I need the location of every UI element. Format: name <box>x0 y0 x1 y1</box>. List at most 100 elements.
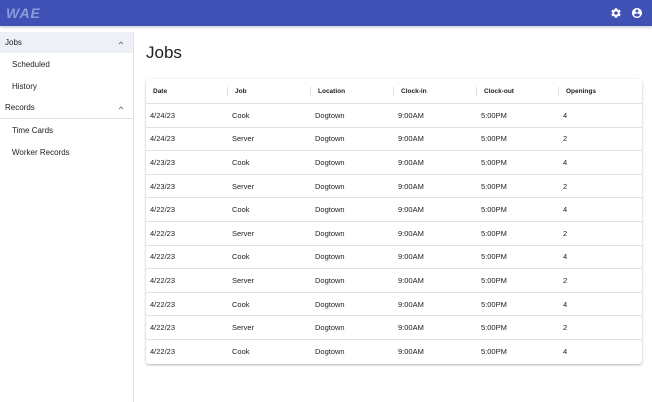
cell-clock-in: 9:00AM <box>398 299 424 309</box>
table-row[interactable]: 4/22/23 Cook Dogtown 9:00AM 5:00PM 4 <box>146 340 642 364</box>
cell-clock-in: 9:00AM <box>398 347 424 357</box>
cell-openings: 2 <box>563 275 568 285</box>
sidebar-item-scheduled[interactable]: Scheduled <box>0 53 133 75</box>
cell-job: Cook <box>232 252 250 262</box>
cell-clock-out: 5:00PM <box>481 134 507 144</box>
sidebar-item-worker-records[interactable]: Worker Records <box>0 141 133 163</box>
cell-date: 4/22/23 <box>150 299 176 309</box>
sidebar-group-jobs[interactable]: Jobs <box>0 32 133 53</box>
cell-location: Dogtown <box>315 275 345 285</box>
cell-openings: 4 <box>563 157 568 167</box>
cell-openings: 4 <box>563 347 568 357</box>
cell-openings: 2 <box>563 181 568 191</box>
sidebar-item-time-cards[interactable]: Time Cards <box>0 119 133 141</box>
sidebar-item-label: Worker Records <box>12 147 70 157</box>
cell-job: Server <box>232 181 255 191</box>
table-row[interactable]: 4/22/23 Cook Dogtown 9:00AM 5:00PM 4 <box>146 246 642 270</box>
table-row[interactable]: 4/22/23 Cook Dogtown 9:00AM 5:00PM 4 <box>146 293 642 317</box>
table-row[interactable]: 4/22/23 Server Dogtown 9:00AM 5:00PM 2 <box>146 316 642 340</box>
sidebar-group-records[interactable]: Records <box>0 97 133 118</box>
cell-clock-out: 5:00PM <box>481 323 507 333</box>
cell-clock-in: 9:00AM <box>398 157 424 167</box>
cell-date: 4/22/23 <box>150 228 176 238</box>
cell-date: 4/22/23 <box>150 205 176 215</box>
cell-clock-out: 5:00PM <box>481 347 507 357</box>
cell-openings: 4 <box>563 205 568 215</box>
table-row[interactable]: 4/23/23 Server Dogtown 9:00AM 5:00PM 2 <box>146 175 642 199</box>
page-title: Jobs <box>146 43 182 62</box>
table-row[interactable]: 4/22/23 Cook Dogtown 9:00AM 5:00PM 4 <box>146 198 642 222</box>
cell-job: Server <box>232 323 255 333</box>
cell-job: Cook <box>232 110 250 120</box>
cell-location: Dogtown <box>315 347 345 357</box>
cell-date: 4/22/23 <box>150 252 176 262</box>
sidebar-item-label: History <box>12 81 37 91</box>
cell-location: Dogtown <box>315 181 345 191</box>
cell-clock-out: 5:00PM <box>481 181 507 191</box>
cell-date: 4/23/23 <box>150 157 176 167</box>
cell-job: Cook <box>232 205 250 215</box>
cell-clock-in: 9:00AM <box>398 110 424 120</box>
sidebar-group-label: Jobs <box>5 38 22 47</box>
cell-clock-in: 9:00AM <box>398 181 424 191</box>
cell-openings: 2 <box>563 323 568 333</box>
cell-location: Dogtown <box>315 252 345 262</box>
cell-clock-in: 9:00AM <box>398 134 424 144</box>
jobs-table: Date Job Location Clock-in Clock-out Ope… <box>146 79 642 364</box>
column-header-location[interactable]: Location <box>311 79 394 103</box>
cell-openings: 2 <box>563 134 568 144</box>
cell-clock-out: 5:00PM <box>481 157 507 167</box>
chevron-up-icon[interactable] <box>117 104 125 112</box>
cell-clock-out: 5:00PM <box>481 299 507 309</box>
cell-clock-in: 9:00AM <box>398 323 424 333</box>
table-row[interactable]: 4/22/23 Server Dogtown 9:00AM 5:00PM 2 <box>146 222 642 246</box>
cell-job: Server <box>232 275 255 285</box>
cell-openings: 2 <box>563 228 568 238</box>
account-circle-icon[interactable] <box>631 7 643 19</box>
cell-clock-in: 9:00AM <box>398 252 424 262</box>
gear-icon[interactable] <box>610 7 622 19</box>
cell-clock-out: 5:00PM <box>481 275 507 285</box>
column-header-clock-out[interactable]: Clock-out <box>477 79 559 103</box>
cell-openings: 4 <box>563 299 568 309</box>
column-header-job[interactable]: Job <box>228 79 311 103</box>
app-bar-actions <box>610 7 643 19</box>
cell-clock-in: 9:00AM <box>398 275 424 285</box>
sidebar-group-label: Records <box>5 103 35 112</box>
cell-openings: 4 <box>563 110 568 120</box>
column-header-clock-in[interactable]: Clock-in <box>394 79 477 103</box>
cell-date: 4/22/23 <box>150 275 176 285</box>
cell-clock-out: 5:00PM <box>481 228 507 238</box>
cell-clock-in: 9:00AM <box>398 228 424 238</box>
cell-clock-out: 5:00PM <box>481 110 507 120</box>
app-bar: WAE <box>0 0 652 26</box>
cell-job: Server <box>232 228 255 238</box>
table-row[interactable]: 4/24/23 Cook Dogtown 9:00AM 5:00PM 4 <box>146 104 642 128</box>
sidebar-nav: Jobs Scheduled History Records Time Card… <box>0 32 134 402</box>
cell-job: Cook <box>232 157 250 167</box>
cell-location: Dogtown <box>315 134 345 144</box>
cell-openings: 4 <box>563 252 568 262</box>
cell-location: Dogtown <box>315 228 345 238</box>
sidebar-item-history[interactable]: History <box>0 75 133 97</box>
table-row[interactable]: 4/24/23 Server Dogtown 9:00AM 5:00PM 2 <box>146 128 642 152</box>
table-row[interactable]: 4/23/23 Cook Dogtown 9:00AM 5:00PM 4 <box>146 151 642 175</box>
cell-clock-out: 5:00PM <box>481 205 507 215</box>
cell-date: 4/24/23 <box>150 134 176 144</box>
table-header-row: Date Job Location Clock-in Clock-out Ope… <box>146 79 642 104</box>
cell-job: Cook <box>232 299 250 309</box>
cell-clock-in: 9:00AM <box>398 205 424 215</box>
app-logo[interactable]: WAE <box>6 5 41 21</box>
column-header-date[interactable]: Date <box>146 79 228 103</box>
cell-location: Dogtown <box>315 299 345 309</box>
cell-job: Server <box>232 134 255 144</box>
chevron-up-icon[interactable] <box>117 39 125 47</box>
cell-date: 4/22/23 <box>150 323 176 333</box>
cell-location: Dogtown <box>315 205 345 215</box>
column-header-openings[interactable]: Openings <box>559 79 642 103</box>
sidebar-item-label: Time Cards <box>12 125 54 135</box>
table-row[interactable]: 4/22/23 Server Dogtown 9:00AM 5:00PM 2 <box>146 269 642 293</box>
cell-location: Dogtown <box>315 323 345 333</box>
cell-date: 4/23/23 <box>150 181 176 191</box>
sidebar-item-label: Scheduled <box>12 59 50 69</box>
